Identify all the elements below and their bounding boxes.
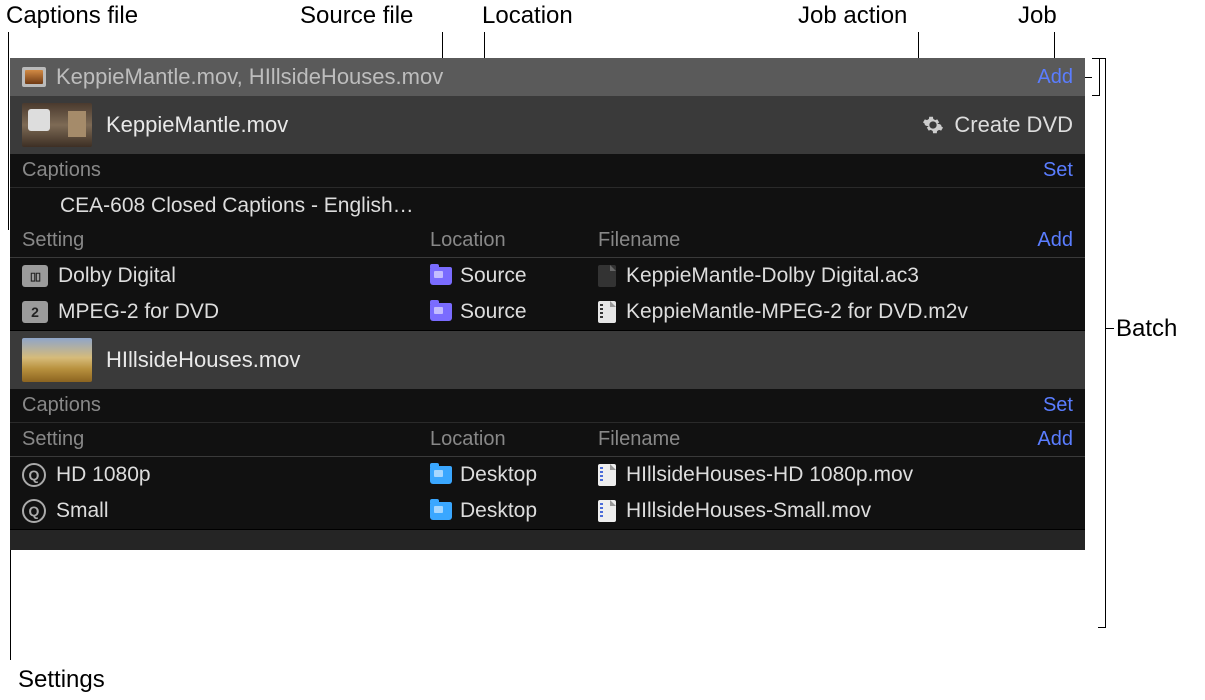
job-action[interactable]: Create DVD xyxy=(922,112,1073,138)
setting-name: Small xyxy=(56,499,109,523)
location-name: Desktop xyxy=(460,499,537,523)
setting-row[interactable]: 2 MPEG-2 for DVD Source KeppieMantle-MPE… xyxy=(10,294,1085,330)
quicktime-icon: Q xyxy=(22,499,46,523)
mpeg2-icon: 2 xyxy=(22,301,48,323)
callout-settings: Settings xyxy=(18,666,105,694)
location-name: Desktop xyxy=(460,463,537,487)
location-name: Source xyxy=(460,264,527,288)
file-icon xyxy=(598,265,616,287)
batch-panel: KeppieMantle.mov, HIllsideHouses.mov Add… xyxy=(10,58,1085,550)
setting-row[interactable]: Q HD 1080p Desktop HIllsideHouses-HD 108… xyxy=(10,457,1085,493)
quicktime-icon: Q xyxy=(22,463,46,487)
output-filename: HIllsideHouses-HD 1080p.mov xyxy=(626,463,913,487)
batch-header: KeppieMantle.mov, HIllsideHouses.mov Add xyxy=(10,58,1085,96)
col-header-setting: Setting xyxy=(22,229,430,252)
job: HIllsideHouses.mov Captions Set Setting … xyxy=(10,331,1085,530)
setting-name: Dolby Digital xyxy=(58,264,176,288)
batch-add-button[interactable]: Add xyxy=(1037,66,1073,89)
col-header-location: Location xyxy=(430,229,598,252)
col-header-location: Location xyxy=(430,428,598,451)
job-header[interactable]: KeppieMantle.mov Create DVD xyxy=(10,96,1085,154)
leader-line xyxy=(8,32,9,230)
setting-row[interactable]: Q Small Desktop HIllsideHouses-Small.mov xyxy=(10,493,1085,529)
file-icon xyxy=(598,301,616,323)
folder-icon xyxy=(430,267,452,285)
settings-header-row: Setting Location Filename Add xyxy=(10,423,1085,457)
captions-label: Captions xyxy=(22,159,1043,182)
settings-add-button[interactable]: Add xyxy=(1037,229,1073,251)
captions-file[interactable]: CEA-608 Closed Captions - English… xyxy=(10,188,1085,224)
setting-name: HD 1080p xyxy=(56,463,151,487)
callout-job-action: Job action xyxy=(798,2,907,30)
col-header-setting: Setting xyxy=(22,428,430,451)
captions-set-button[interactable]: Set xyxy=(1043,394,1073,417)
captions-label: Captions xyxy=(22,394,1043,417)
callout-captions-file: Captions file xyxy=(6,2,138,30)
batch-icon xyxy=(22,67,46,87)
source-thumbnail xyxy=(22,103,92,147)
job: KeppieMantle.mov Create DVD Captions Set… xyxy=(10,96,1085,331)
dolby-icon: ▯▯ xyxy=(22,265,48,287)
setting-name: MPEG-2 for DVD xyxy=(58,300,219,324)
folder-icon xyxy=(430,502,452,520)
captions-row: Captions Set xyxy=(10,154,1085,188)
settings-header-row: Setting Location Filename Add xyxy=(10,224,1085,258)
callout-location: Location xyxy=(482,2,573,30)
source-thumbnail xyxy=(22,338,92,382)
source-filename: HIllsideHouses.mov xyxy=(106,347,1073,373)
callout-source-file: Source file xyxy=(300,2,413,30)
job-action-label: Create DVD xyxy=(954,112,1073,138)
source-filename: KeppieMantle.mov xyxy=(106,112,908,138)
file-icon xyxy=(598,500,616,522)
callout-job: Job xyxy=(1018,2,1057,30)
captions-set-button[interactable]: Set xyxy=(1043,159,1073,182)
bracket-batch xyxy=(1098,58,1106,628)
settings-add-button[interactable]: Add xyxy=(1037,428,1073,450)
leader-line xyxy=(1106,328,1114,329)
captions-row: Captions Set xyxy=(10,389,1085,423)
col-header-filename: Filename xyxy=(598,229,1023,252)
callout-batch: Batch xyxy=(1116,315,1177,343)
job-header[interactable]: HIllsideHouses.mov xyxy=(10,331,1085,389)
output-filename: HIllsideHouses-Small.mov xyxy=(626,499,871,523)
gear-icon xyxy=(922,114,944,136)
output-filename: KeppieMantle-MPEG-2 for DVD.m2v xyxy=(626,300,968,324)
location-name: Source xyxy=(460,300,527,324)
panel-footer xyxy=(10,530,1085,550)
folder-icon xyxy=(430,466,452,484)
file-icon xyxy=(598,464,616,486)
col-header-filename: Filename xyxy=(598,428,1023,451)
setting-row[interactable]: ▯▯ Dolby Digital Source KeppieMantle-Dol… xyxy=(10,258,1085,294)
folder-icon xyxy=(430,303,452,321)
output-filename: KeppieMantle-Dolby Digital.ac3 xyxy=(626,264,919,288)
batch-title: KeppieMantle.mov, HIllsideHouses.mov xyxy=(56,64,1027,90)
